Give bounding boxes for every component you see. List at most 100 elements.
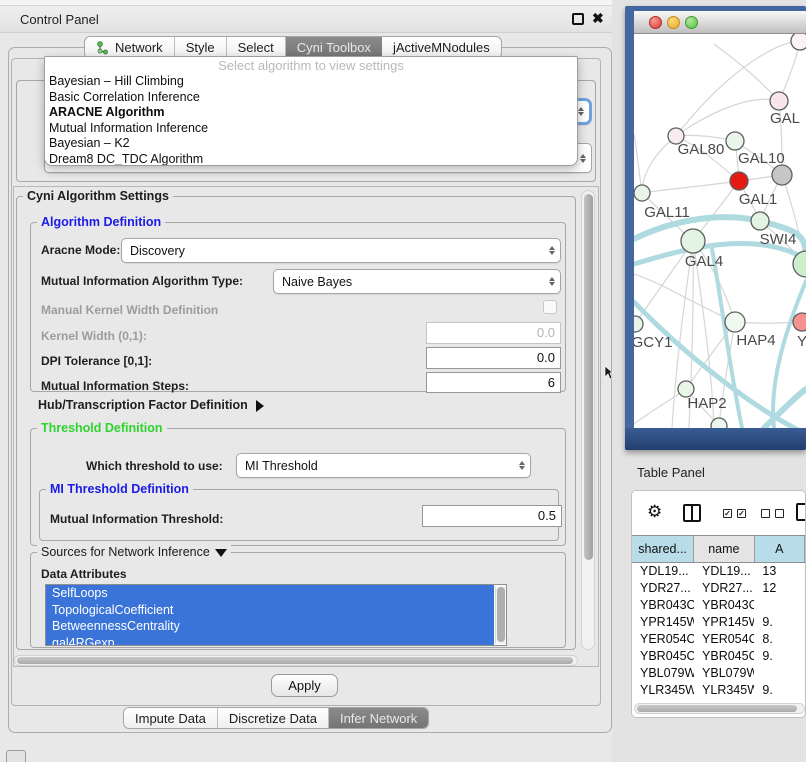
dropdown-item[interactable]: Bayesian – Hill Climbing: [45, 74, 577, 90]
table-column-header[interactable]: A: [755, 536, 805, 562]
table-horizontal-scrollbar[interactable]: [634, 703, 805, 714]
network-edge[interactable]: [642, 136, 676, 193]
data-attributes-list[interactable]: SelfLoopsTopologicalCoefficientBetweenne…: [45, 584, 507, 646]
table-cell[interactable]: YBR043C: [694, 597, 754, 614]
table-cell[interactable]: YDL19...: [694, 563, 754, 580]
table-cell[interactable]: YER054C: [694, 631, 754, 648]
dpi-tolerance-field[interactable]: 0.0: [426, 347, 561, 369]
dropdown-item[interactable]: ARACNE Algorithm: [45, 105, 577, 121]
tab-style[interactable]: Style: [175, 37, 227, 58]
table-cell[interactable]: YPR145W: [694, 614, 754, 631]
manual-kernel-width-checkbox[interactable]: [543, 300, 557, 314]
which-threshold-combo[interactable]: MI Threshold: [236, 453, 531, 478]
table-cell[interactable]: 13: [754, 563, 805, 580]
table-cell[interactable]: 8.: [754, 631, 805, 648]
apply-button[interactable]: Apply: [271, 674, 338, 697]
table-row[interactable]: YBR045CYBR045C9.: [632, 648, 805, 665]
select-all-checkbox-icon2[interactable]: ✓: [737, 509, 746, 518]
network-node[interactable]: [634, 185, 650, 201]
aracne-mode-combo[interactable]: Discovery: [121, 238, 561, 263]
network-node[interactable]: [770, 92, 788, 110]
tab-impute-data[interactable]: Impute Data: [124, 708, 218, 728]
table-row[interactable]: YBR043CYBR043C: [632, 597, 805, 614]
table-header-row[interactable]: shared...nameA: [632, 535, 805, 563]
table-cell[interactable]: YDR27...: [632, 580, 694, 597]
table-cell[interactable]: YBR043C: [632, 597, 694, 614]
network-edge[interactable]: [634, 134, 642, 193]
table-column-header[interactable]: shared...: [632, 536, 694, 562]
table-cell[interactable]: YBL079W: [694, 665, 754, 682]
table-cell[interactable]: YBR045C: [632, 648, 694, 665]
network-window[interactable]: GALGAL80GAL10GAL1GAL11SWI4GAL4GCY1HAP4YH…: [625, 6, 806, 450]
network-node[interactable]: [793, 313, 806, 331]
table-cell[interactable]: 9.: [754, 614, 805, 631]
network-canvas[interactable]: GALGAL80GAL10GAL1GAL11SWI4GAL4GCY1HAP4YH…: [634, 34, 806, 428]
attribute-list-item[interactable]: BetweennessCentrality: [46, 618, 494, 635]
table-column-header[interactable]: name: [694, 536, 754, 562]
tab-cyni-toolbox[interactable]: Cyni Toolbox: [286, 37, 382, 58]
table-cell[interactable]: 12: [754, 580, 805, 597]
expanded-arrow-icon[interactable]: [215, 549, 227, 557]
dropdown-item[interactable]: Mutual Information Inference: [45, 121, 577, 137]
list-scrollbar[interactable]: [495, 586, 506, 644]
table-cell[interactable]: [754, 665, 805, 682]
mi-threshold-field[interactable]: 0.5: [422, 505, 562, 527]
attribute-list-item[interactable]: SelfLoops: [46, 585, 494, 602]
table-page-icon[interactable]: [796, 503, 806, 521]
table-cell[interactable]: YLR345W: [632, 682, 694, 694]
dropdown-item[interactable]: Basic Correlation Inference: [45, 90, 577, 106]
columns-icon[interactable]: [683, 504, 701, 522]
table-row[interactable]: YLR345WYLR345W9.: [632, 682, 805, 694]
tab-discretize-data[interactable]: Discretize Data: [218, 708, 329, 728]
table-cell[interactable]: YDL19...: [632, 563, 694, 580]
mi-algorithm-type-combo[interactable]: Naive Bayes: [273, 269, 561, 294]
deselect-all-checkbox-icon2[interactable]: [775, 509, 784, 518]
hub-definition-toggle[interactable]: Hub/Transcription Factor Definition: [38, 398, 264, 412]
settings-vertical-scrollbar[interactable]: [581, 190, 595, 650]
tab-select[interactable]: Select: [227, 37, 286, 58]
close-icon[interactable]: ✖: [592, 10, 604, 27]
table-cell[interactable]: YER054C: [632, 631, 694, 648]
network-node[interactable]: [681, 229, 705, 253]
deselect-all-checkbox-icon[interactable]: [761, 509, 770, 518]
table-cell[interactable]: 9.: [754, 682, 805, 694]
table-cell[interactable]: 9.: [754, 648, 805, 665]
minimized-panel-icon[interactable]: [6, 750, 26, 762]
network-node[interactable]: [730, 172, 748, 190]
collapsed-arrow-icon[interactable]: [256, 400, 264, 412]
network-edge[interactable]: [642, 181, 739, 193]
minimize-traffic-light-icon[interactable]: [667, 16, 680, 29]
network-node[interactable]: [772, 165, 792, 185]
close-traffic-light-icon[interactable]: [649, 16, 662, 29]
table-cell[interactable]: YPR145W: [632, 614, 694, 631]
network-node[interactable]: [634, 316, 643, 332]
table-cell[interactable]: YBR045C: [694, 648, 754, 665]
algorithm-dropdown-list[interactable]: Select algorithm to view settings Bayesi…: [44, 56, 578, 166]
network-node[interactable]: [726, 132, 744, 150]
attribute-list-item[interactable]: gal4RGexp: [46, 635, 494, 647]
float-window-icon[interactable]: [572, 13, 584, 25]
tab-infer-network[interactable]: Infer Network: [329, 708, 428, 728]
network-graph[interactable]: GALGAL80GAL10GAL1GAL11SWI4GAL4GCY1HAP4YH…: [634, 34, 806, 428]
kernel-width-field[interactable]: 0.0: [426, 322, 561, 344]
network-node[interactable]: [751, 212, 769, 230]
zoom-traffic-light-icon[interactable]: [685, 16, 698, 29]
table-cell[interactable]: [754, 597, 805, 614]
mi-steps-field[interactable]: 6: [426, 372, 561, 393]
table-row[interactable]: YDR27...YDR27...12: [632, 580, 805, 597]
table-cell[interactable]: YDR27...: [694, 580, 754, 597]
table-row[interactable]: YBL079WYBL079W: [632, 665, 805, 682]
select-all-checkbox-icon[interactable]: ✓: [723, 509, 732, 518]
gear-icon[interactable]: ⚙: [647, 502, 662, 522]
network-node[interactable]: [725, 312, 745, 332]
settings-horizontal-scrollbar[interactable]: [14, 655, 578, 666]
network-node[interactable]: [791, 34, 806, 50]
dropdown-item[interactable]: Bayesian – K2: [45, 136, 577, 152]
table-cell[interactable]: YBL079W: [632, 665, 694, 682]
table-row[interactable]: YER054CYER054C8.: [632, 631, 805, 648]
attribute-list-item[interactable]: TopologicalCoefficient: [46, 602, 494, 619]
network-edge[interactable]: [714, 44, 779, 101]
network-window-titlebar[interactable]: [634, 11, 806, 34]
tab-jactivemnodules[interactable]: jActiveMNodules: [382, 37, 501, 58]
dropdown-item[interactable]: Dream8 DC_TDC Algorithm: [45, 152, 577, 167]
